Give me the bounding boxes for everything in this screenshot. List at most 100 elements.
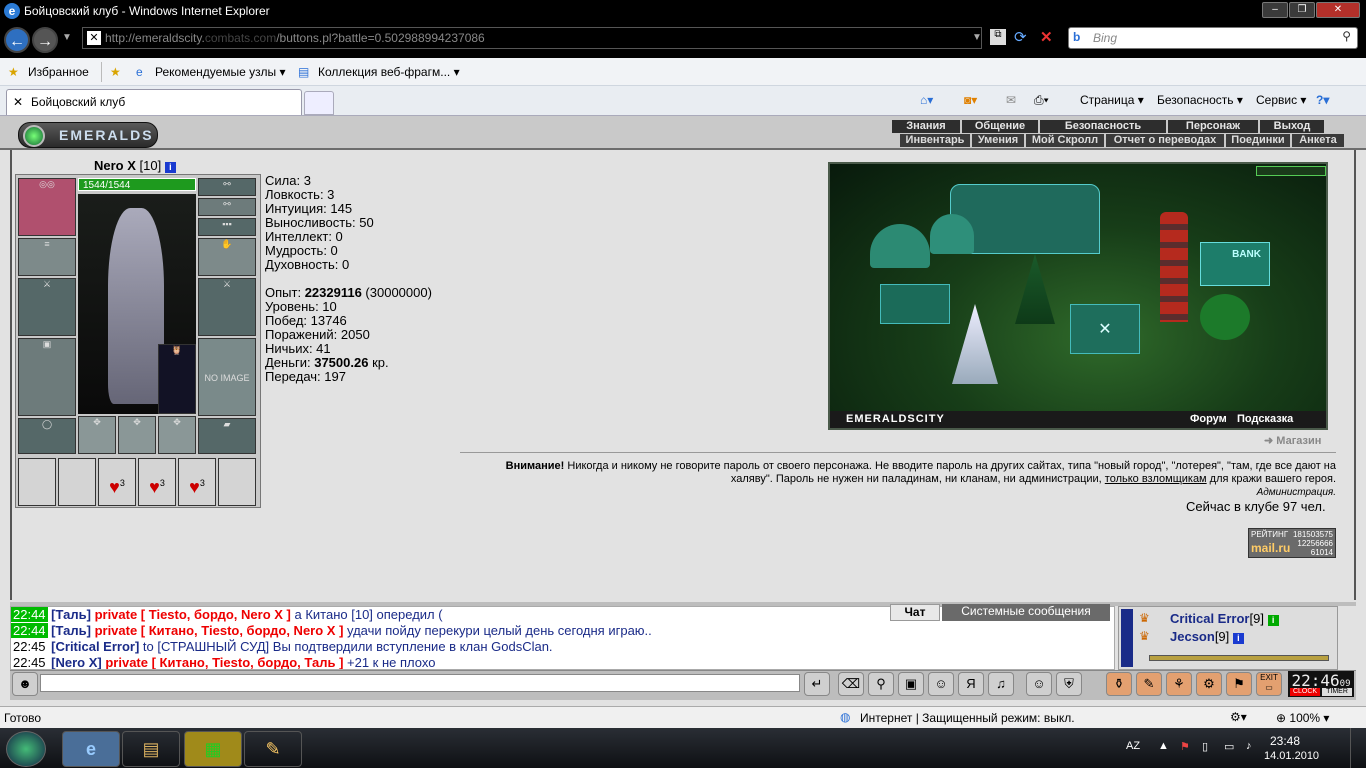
maximize-button[interactable]: ❐ <box>1289 2 1315 18</box>
submenu-skills[interactable]: Умения <box>972 134 1024 147</box>
submenu-profile[interactable]: Анкета <box>1292 134 1344 147</box>
chat-avatar-icon[interactable]: ☻ <box>12 672 38 696</box>
slot-bracers[interactable]: ≡ <box>18 238 76 276</box>
stop-icon[interactable]: ✕ <box>1040 28 1053 46</box>
action-icon-3[interactable]: ⚘ <box>1166 672 1192 696</box>
warning-link[interactable]: только взломщикам <box>1105 473 1207 485</box>
forum-link[interactable]: Форум <box>1190 413 1227 425</box>
slot-weapon-right[interactable]: ⚔ <box>198 278 256 336</box>
forward-button[interactable]: → <box>32 27 58 53</box>
language-indicator[interactable]: AZ <box>1126 740 1140 752</box>
user-info-icon[interactable]: i <box>1267 615 1279 626</box>
network-icon[interactable]: ▭ <box>1224 740 1234 753</box>
chat-nick[interactable]: [Таль] <box>51 623 91 638</box>
menu-knowledge[interactable]: Знания <box>892 120 960 133</box>
menu-character[interactable]: Персонаж <box>1168 120 1258 133</box>
submenu-transfer-report[interactable]: Отчет о переводах <box>1106 134 1224 147</box>
taskbar-explorer-icon[interactable]: ▤ <box>122 731 180 767</box>
slot-necklace[interactable]: ⚯ <box>198 178 256 196</box>
start-button[interactable] <box>6 731 46 767</box>
tab-fight-club[interactable]: ✕ Бойцовский клуб <box>6 89 302 115</box>
taskbar-game-icon[interactable]: ▦ <box>184 731 242 767</box>
user-list-item[interactable]: Jecson[9] i <box>1170 629 1244 644</box>
history-dropdown-icon[interactable]: ▼ <box>62 32 72 43</box>
safety-menu[interactable]: Безопасность ▾ <box>1157 93 1243 107</box>
exit-button[interactable]: EXIT ▭ <box>1256 672 1282 696</box>
address-dropdown-icon[interactable]: ▼ <box>972 32 982 43</box>
slot-ring-2[interactable]: ✥ <box>118 416 156 454</box>
city-map[interactable]: BANK ✕ <box>828 162 1328 430</box>
page-menu[interactable]: Страница ▾ <box>1080 93 1144 107</box>
filter-icon[interactable]: ⚲ <box>868 672 894 696</box>
submenu-my-scroll[interactable]: Мой Скролл <box>1026 134 1104 147</box>
action-icon-5[interactable]: ⚑ <box>1226 672 1252 696</box>
volume-icon[interactable]: ♪ <box>1246 740 1252 752</box>
home-icon[interactable]: ⌂▾ <box>920 93 933 107</box>
users-scrollbar[interactable] <box>1121 609 1133 667</box>
read-mail-icon[interactable]: ✉ <box>1006 93 1016 107</box>
emoticon-icon[interactable]: ☺ <box>1026 672 1052 696</box>
slot-belt[interactable]: ◯ <box>18 418 76 454</box>
taskbar-paint-icon[interactable]: ✎ <box>244 731 302 767</box>
slot-earrings[interactable]: ◎◎ <box>18 178 76 236</box>
sound-icon[interactable]: ♫ <box>988 672 1014 696</box>
save-log-icon[interactable]: ▣ <box>898 672 924 696</box>
security-zone[interactable]: Интернет | Защищенный режим: выкл. <box>860 711 1075 725</box>
slot-armor[interactable]: ▣ <box>18 338 76 416</box>
belt-slot-1[interactable] <box>18 458 56 506</box>
shield-icon[interactable]: ⛨ <box>1056 672 1082 696</box>
smiles-icon[interactable]: ☺ <box>928 672 954 696</box>
print-icon[interactable]: ⎙▾ <box>1034 93 1049 108</box>
search-input[interactable]: b Bing ⚲ <box>1068 27 1358 49</box>
tab-chat[interactable]: Чат <box>890 604 940 621</box>
chat-private[interactable]: private [ Китано, Tiesto, бордо, Nero X … <box>95 623 344 638</box>
tray-expand-icon[interactable]: ▲ <box>1158 740 1169 752</box>
menu-security[interactable]: Безопасность <box>1040 120 1166 133</box>
clear-chat-icon[interactable]: ⌫ <box>838 672 864 696</box>
tab-system-messages[interactable]: Системные сообщения <box>942 604 1110 621</box>
web-slice-gallery-link[interactable]: Коллекция веб-фрагм... ▾ <box>318 65 460 79</box>
devices-icon[interactable]: ▯ <box>1202 740 1208 753</box>
chat-input[interactable] <box>40 674 800 692</box>
chat-nick[interactable]: [Nero X] <box>51 655 102 669</box>
submenu-inventory[interactable]: Инвентарь <box>900 134 970 147</box>
back-button[interactable]: ← <box>4 27 30 53</box>
belt-slot-2[interactable] <box>58 458 96 506</box>
chat-nick[interactable]: [Critical Error] <box>51 639 139 654</box>
chat-private[interactable]: private [ Китано, Tiesto, бордо, Таль ] <box>105 655 343 669</box>
feeds-icon[interactable]: ◙▾ <box>964 93 977 107</box>
protected-mode-icon[interactable]: ⚙▾ <box>1230 710 1247 724</box>
belt-slot-6[interactable] <box>218 458 256 506</box>
chat-private[interactable]: private [ Tiesto, бордо, Nero X ] <box>95 607 291 622</box>
minimize-button[interactable]: – <box>1262 2 1288 18</box>
search-icon[interactable]: ⚲ <box>1342 29 1351 43</box>
close-window-button[interactable]: ✕ <box>1316 2 1360 18</box>
taskbar-ie-icon[interactable]: e <box>62 731 120 767</box>
belt-slot-heart-3[interactable]: ♥3 <box>178 458 216 506</box>
game-clock[interactable]: 22:4609 CLOCK TIMER <box>1288 671 1354 697</box>
chat-nick[interactable]: [Таль] <box>51 607 91 622</box>
favorites-button[interactable]: Избранное <box>28 65 89 79</box>
recommended-sites-link[interactable]: Рекомендуемые узлы ▾ <box>155 65 286 79</box>
red-tower[interactable] <box>1160 212 1188 322</box>
flag-icon[interactable]: ⚑ <box>1180 740 1190 753</box>
belt-slot-heart-1[interactable]: ♥3 <box>98 458 136 506</box>
action-icon-4[interactable]: ⚙ <box>1196 672 1222 696</box>
tools-menu[interactable]: Сервис ▾ <box>1256 93 1306 107</box>
compatibility-view-icon[interactable]: ⧉ <box>990 29 1006 45</box>
menu-communication[interactable]: Общение <box>962 120 1038 133</box>
tray-time[interactable]: 23:48 <box>1270 734 1300 748</box>
belt-slot-heart-2[interactable]: ♥3 <box>138 458 176 506</box>
slot-boots[interactable]: ▰ <box>198 418 256 454</box>
clock-label[interactable]: CLOCK <box>1290 688 1320 696</box>
dome-building-2[interactable] <box>930 214 974 254</box>
shop-building[interactable] <box>880 284 950 324</box>
refresh-icon[interactable]: ⟳ <box>1014 28 1027 46</box>
info-icon[interactable]: i <box>164 162 176 173</box>
address-input[interactable]: ✕ http://emeraldscity.combats.com/button… <box>82 27 982 49</box>
tray-date[interactable]: 14.01.2010 <box>1264 750 1319 762</box>
user-list-item[interactable]: Critical Error[9] i <box>1170 611 1279 626</box>
send-message-icon[interactable]: ↵ <box>804 672 830 696</box>
slot-gloves[interactable]: ✋ <box>198 238 256 276</box>
slot-helmet[interactable]: ⚯ <box>198 198 256 216</box>
